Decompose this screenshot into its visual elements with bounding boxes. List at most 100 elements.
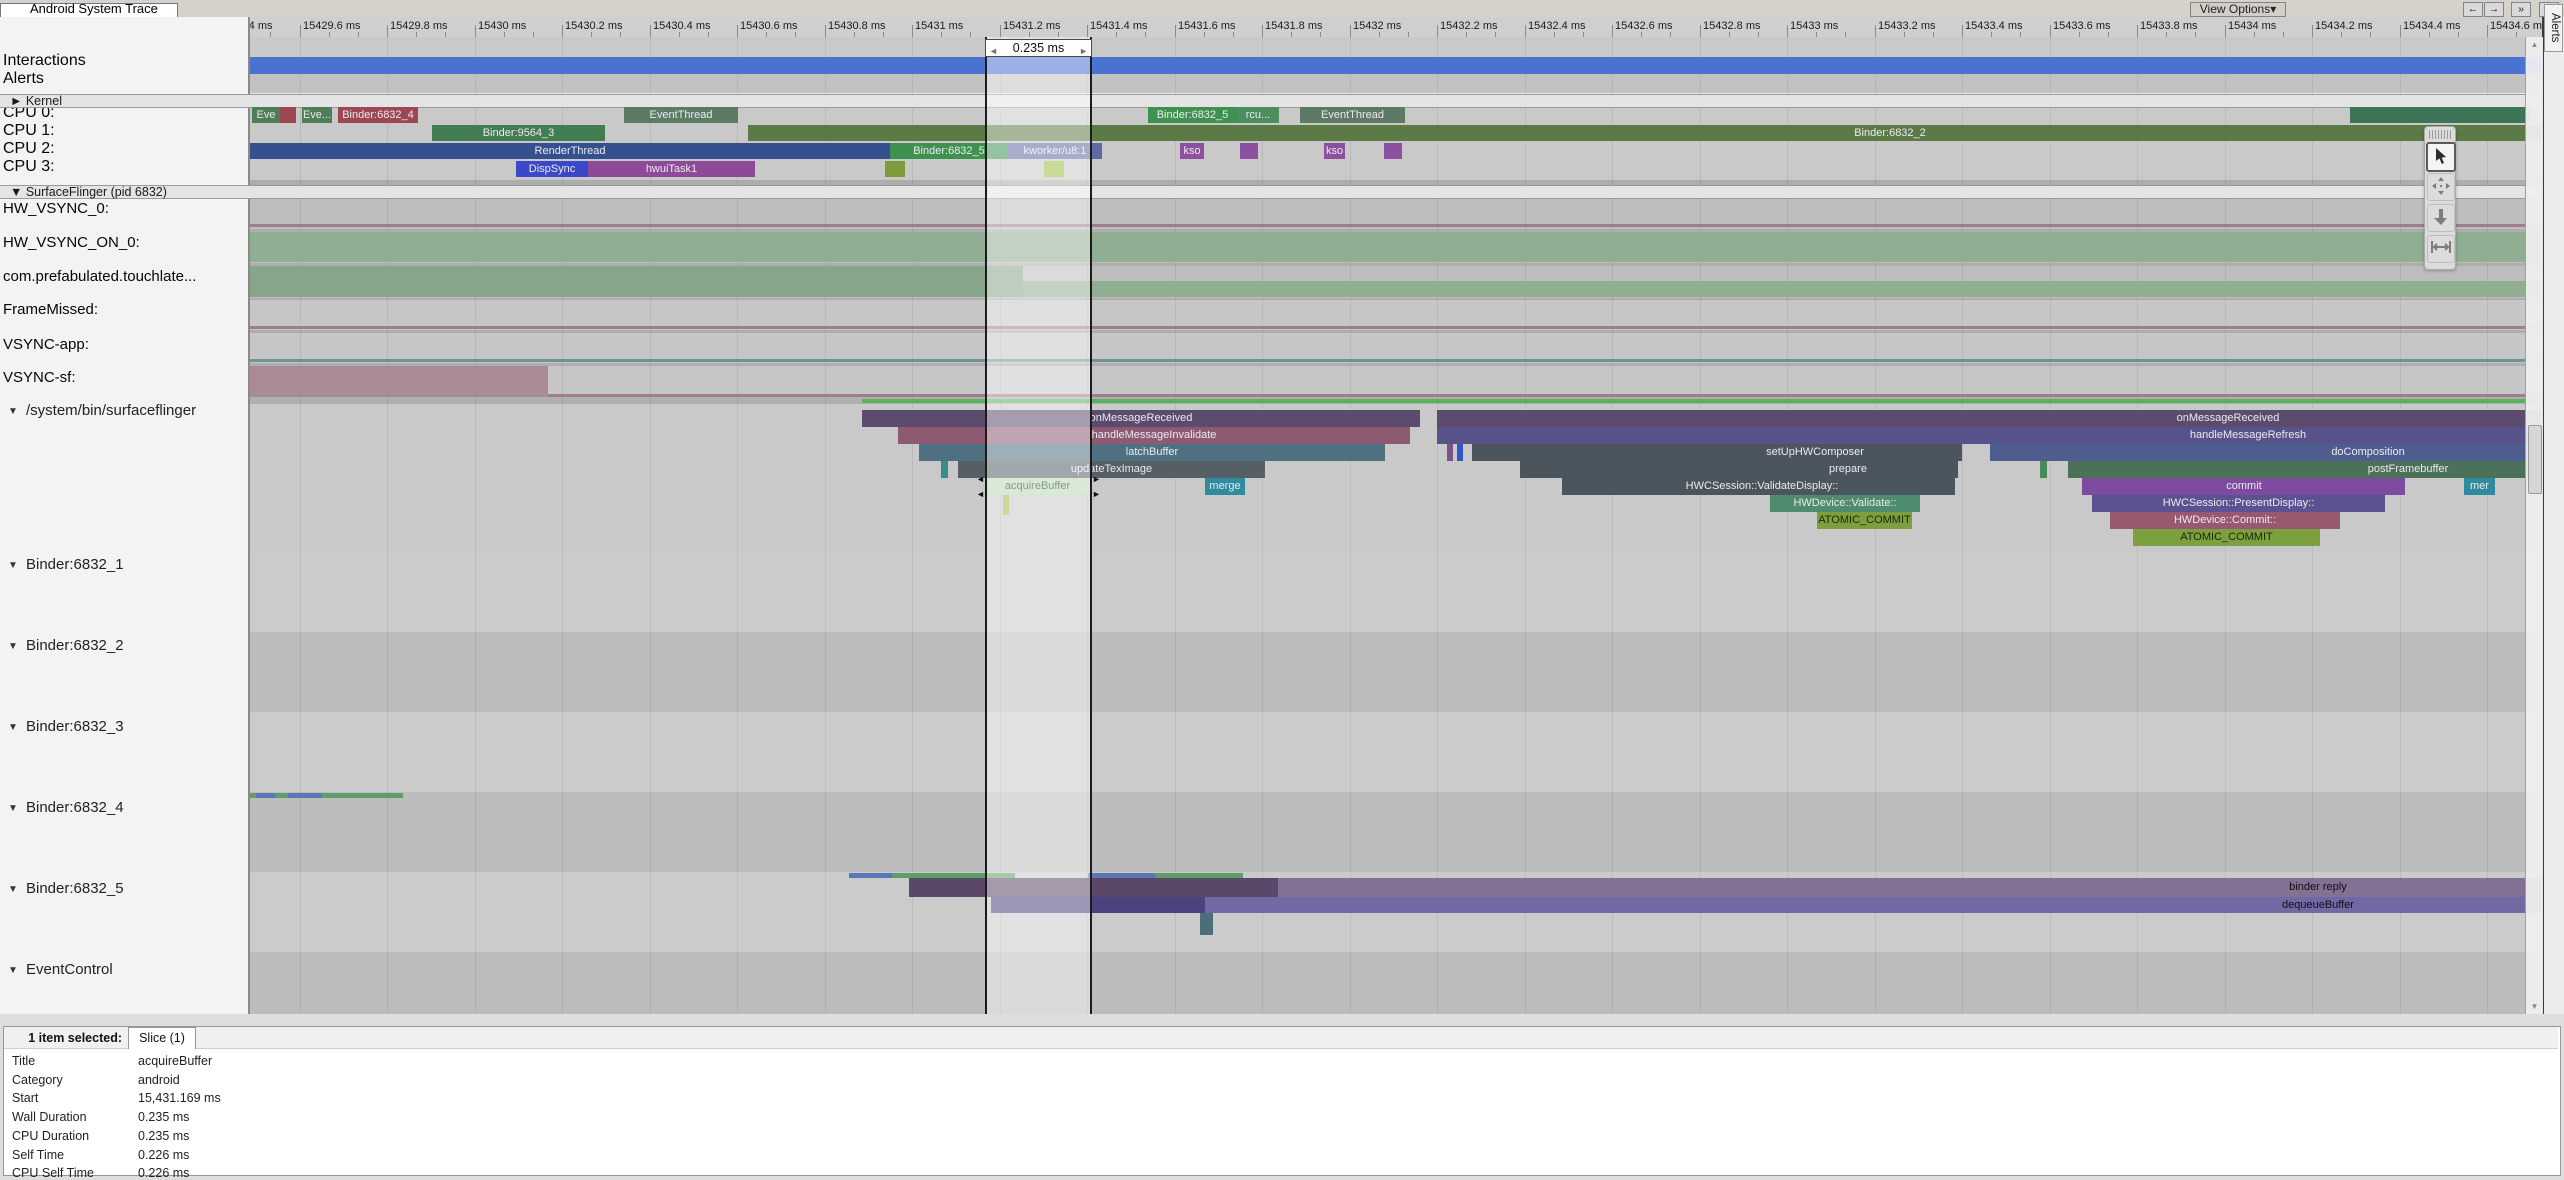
property-label: Title	[12, 1054, 35, 1068]
thread-state-strip	[1457, 444, 1463, 461]
property-row: Categoryandroid	[4, 1073, 804, 1091]
track-background	[250, 552, 2541, 632]
property-label: Start	[12, 1091, 38, 1105]
thread-state-strip	[1200, 913, 1213, 935]
property-value: acquireBuffer	[138, 1054, 212, 1068]
slice[interactable]: dequeueBuffer	[1205, 897, 2541, 913]
thread-state-strip	[885, 161, 905, 177]
right-gutter	[2544, 17, 2564, 1014]
slice[interactable]: ATOMIC_COMMIT	[2133, 529, 2320, 546]
thread-state-strip	[250, 359, 2541, 362]
slice[interactable]: onMessageReceived	[862, 410, 1420, 427]
slice[interactable]: merge	[1205, 478, 1245, 495]
track-background	[250, 792, 2541, 872]
zoom-mode-button[interactable]	[2427, 204, 2455, 232]
track-background	[250, 366, 2541, 397]
slice[interactable]: onMessageReceived	[1437, 410, 2541, 427]
gridline	[1175, 37, 1176, 1014]
alerts-side-tab[interactable]: Alerts	[2544, 4, 2563, 52]
selection-handle-icon[interactable]: ►	[1092, 475, 1101, 484]
track-background	[250, 74, 2541, 93]
process-header[interactable]: ► Kernel	[0, 94, 2542, 108]
property-row: CPU Duration0.235 ms	[4, 1129, 804, 1147]
slice[interactable]: postFramebuffer	[2068, 461, 2540, 478]
slice[interactable]: DispSync	[516, 161, 588, 177]
marker-right-arrow-icon: ►	[1079, 43, 1088, 59]
track-canvas[interactable]: ► Kernel ▼ SurfaceFlinger (pid 6832) Eve Ev…	[0, 0, 2564, 1014]
slice[interactable]: HWCSession::ValidateDisplay::	[1562, 478, 1955, 495]
gridline	[1525, 37, 1526, 1014]
gridline	[1612, 37, 1613, 1014]
selection-line-left[interactable]	[985, 37, 987, 1014]
slice[interactable]: Binder:6832_4	[338, 107, 418, 123]
inspector-tab-bar	[4, 1027, 2558, 1049]
slice[interactable]: doComposition	[1990, 444, 2540, 461]
slice[interactable]: mer	[2464, 478, 2495, 495]
gridline	[1262, 37, 1263, 1014]
select-mode-button[interactable]	[2426, 142, 2456, 172]
toolbar-grip-handle[interactable]	[2429, 130, 2451, 139]
thread-state-strip	[862, 399, 2541, 403]
gridline	[2487, 37, 2488, 1014]
scroll-down-icon[interactable]: ▼	[2526, 1002, 2543, 1011]
slice[interactable]: Eve	[252, 107, 280, 123]
gridline	[387, 37, 388, 1014]
track-background	[250, 712, 2541, 792]
thread-state-strip	[909, 878, 1278, 897]
track-background	[250, 952, 2541, 1014]
gridline	[562, 37, 563, 1014]
slice[interactable]: HWDevice::Commit::	[2110, 512, 2340, 529]
thread-state-strip	[1240, 143, 1258, 159]
slice[interactable]: HWDevice::Validate::	[1770, 495, 1920, 512]
slice[interactable]: handleMessageInvalidate	[898, 427, 1410, 444]
selection-handle-icon[interactable]: ►	[1092, 490, 1101, 499]
slice-label: Binder:6832_2	[1740, 125, 2040, 141]
process-header[interactable]: ▼ SurfaceFlinger (pid 6832)	[0, 185, 2542, 199]
slice-label: handleMessageRefresh	[2098, 427, 2398, 444]
cursor-arrow-icon	[2433, 147, 2449, 165]
slice[interactable]: Binder:9564_3	[432, 125, 605, 141]
process-header-label: ► Kernel	[10, 95, 62, 107]
timing-range-icon	[2431, 239, 2451, 255]
slice[interactable]: hwuiTask1	[588, 161, 755, 177]
scroll-up-icon[interactable]: ▲	[2526, 40, 2543, 49]
thread-state-strip	[941, 461, 948, 478]
slice[interactable]: ATOMIC_COMMIT	[1817, 512, 1912, 529]
slice[interactable]: Eve...	[302, 107, 332, 123]
gridline	[825, 37, 826, 1014]
slice-label: postFramebuffer	[2258, 461, 2540, 478]
property-value: 0.226 ms	[138, 1166, 189, 1180]
gridline	[2400, 37, 2401, 1014]
thread-state-strip	[250, 366, 548, 397]
slice[interactable]: EventThread	[624, 107, 738, 123]
gridline	[650, 37, 651, 1014]
slice[interactable]: prepare	[1520, 461, 1958, 478]
thread-state-strip	[250, 266, 1023, 297]
gridline	[300, 37, 301, 1014]
slice[interactable]: commit	[2082, 478, 2405, 495]
scrollbar-thumb[interactable]	[2528, 425, 2542, 494]
timing-mode-button[interactable]	[2427, 235, 2455, 263]
slice[interactable]: setUpHWComposer	[1472, 444, 1962, 461]
selection-line-right[interactable]	[1090, 37, 1092, 1014]
property-label: CPU Duration	[12, 1129, 89, 1143]
pan-mode-button[interactable]	[2427, 173, 2455, 201]
slice[interactable]: binder reply	[1278, 878, 2541, 897]
slice[interactable]: EventThread	[1300, 107, 1405, 123]
slice[interactable]: HWCSession::PresentDisplay::	[2092, 495, 2385, 512]
slice-label: prepare	[1698, 461, 1958, 478]
vertical-scrollbar[interactable]: ▲ ▼	[2525, 37, 2543, 1014]
thread-state-strip	[288, 793, 322, 798]
thread-state-strip	[275, 793, 288, 798]
slice[interactable]: Binder:6832_5	[1148, 107, 1237, 123]
slice[interactable]: kso	[1180, 143, 1204, 159]
slice[interactable]: handleMessageRefresh	[1437, 427, 2537, 444]
property-row: Title acquireBuffer	[4, 1054, 804, 1072]
slice[interactable]: rcu...	[1237, 107, 1279, 123]
selection-handle-icon[interactable]: ◄	[976, 490, 985, 499]
slice[interactable]: kso	[1324, 143, 1345, 159]
property-value: android	[138, 1073, 180, 1087]
slice[interactable]: RenderThread	[250, 143, 890, 159]
tab-slice[interactable]: Slice (1)	[128, 1027, 196, 1049]
selection-handle-icon[interactable]: ◄	[976, 475, 985, 484]
